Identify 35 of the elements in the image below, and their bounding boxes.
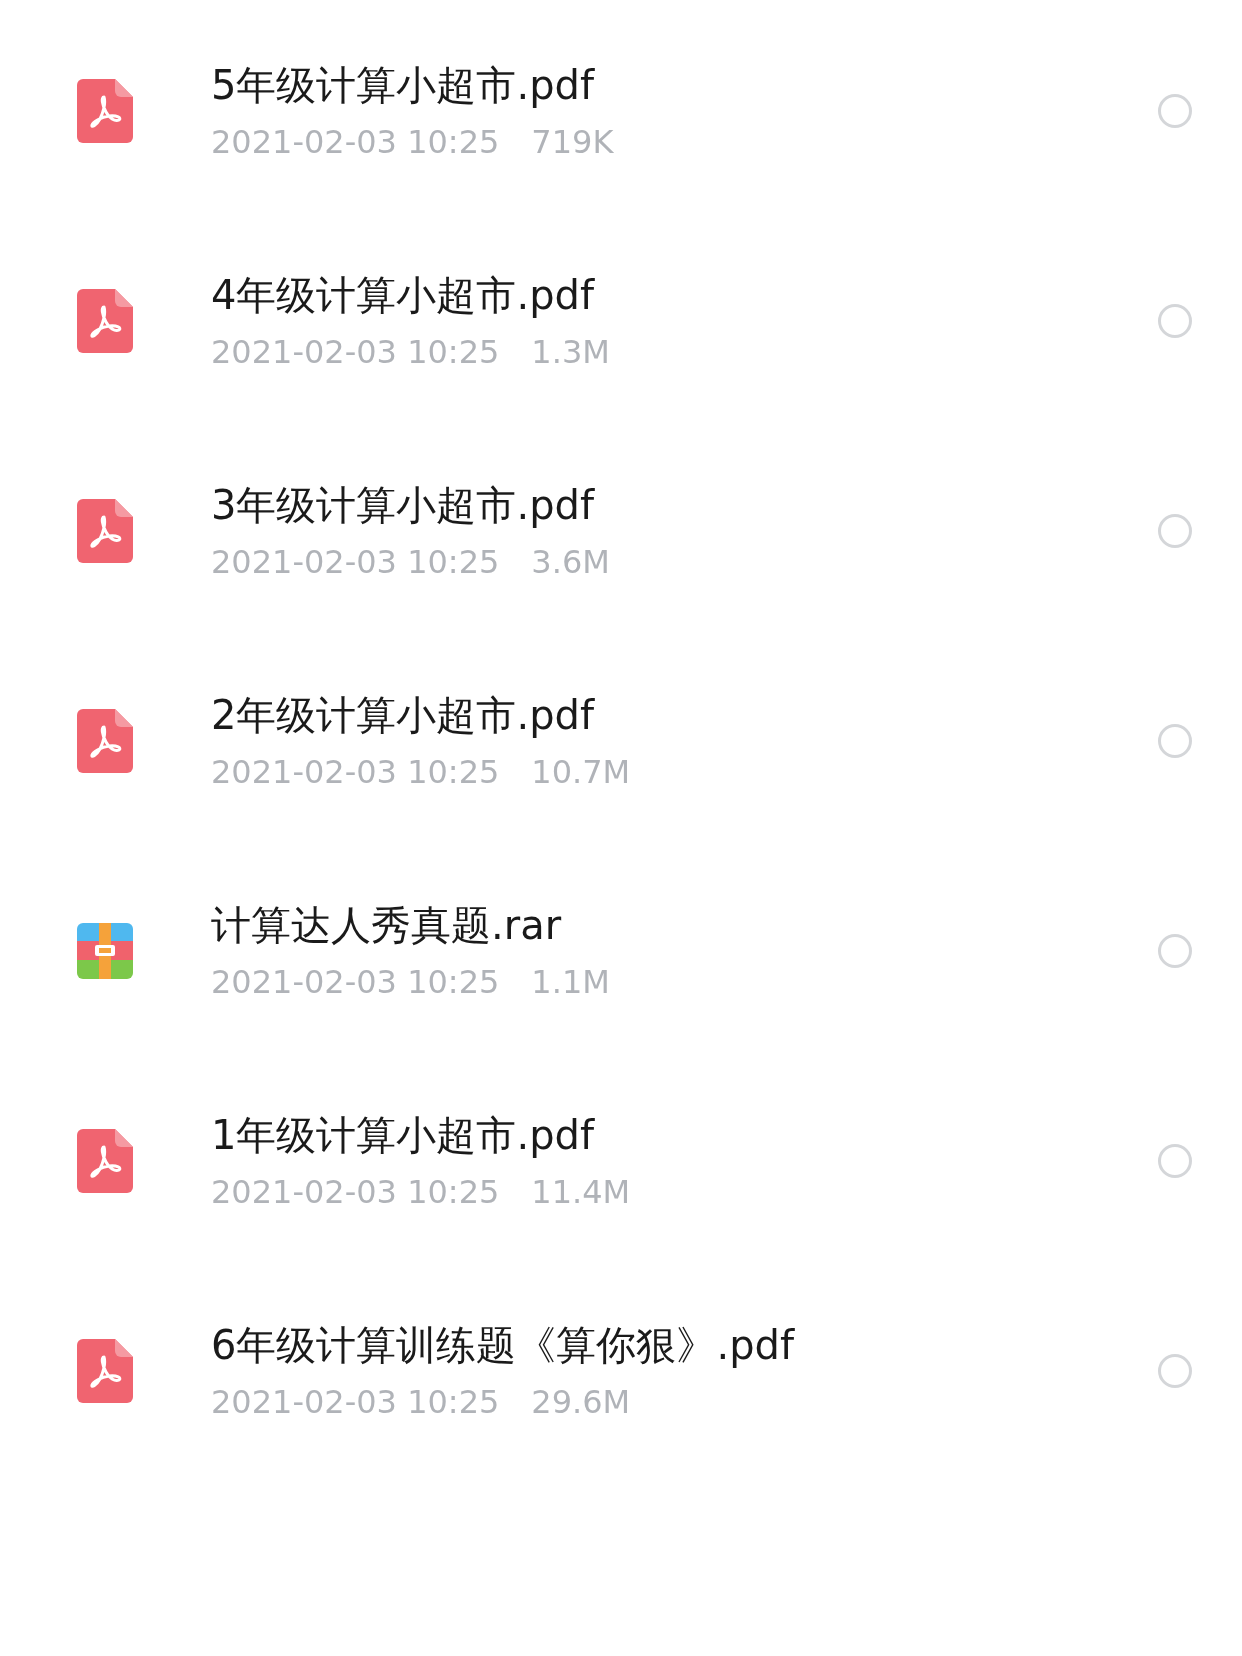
file-size: 11.4M xyxy=(531,1173,631,1211)
pdf-file-icon xyxy=(77,499,133,563)
file-date: 2021-02-03 10:25 xyxy=(211,1383,500,1421)
file-name: 2年级计算小超市.pdf xyxy=(211,691,596,739)
pdf-file-icon xyxy=(77,79,133,143)
select-radio[interactable] xyxy=(1158,934,1192,968)
select-radio[interactable] xyxy=(1158,304,1192,338)
file-size: 3.6M xyxy=(531,543,610,581)
archive-file-icon xyxy=(77,923,133,979)
select-radio[interactable] xyxy=(1158,514,1192,548)
file-size: 719K xyxy=(531,123,614,161)
pdf-file-icon xyxy=(77,1129,133,1193)
file-name: 1年级计算小超市.pdf xyxy=(211,1111,596,1159)
pdf-file-icon xyxy=(77,289,133,353)
file-size: 10.7M xyxy=(531,753,631,791)
select-radio[interactable] xyxy=(1158,94,1192,128)
file-name: 计算达人秀真题.rar xyxy=(211,901,563,949)
file-name: 3年级计算小超市.pdf xyxy=(211,481,596,529)
select-radio[interactable] xyxy=(1158,724,1192,758)
file-date: 2021-02-03 10:25 xyxy=(211,543,500,581)
file-date: 2021-02-03 10:25 xyxy=(211,1173,500,1211)
file-name: 6年级计算训练题《算你狠》.pdf xyxy=(211,1321,796,1369)
select-radio[interactable] xyxy=(1158,1144,1192,1178)
file-date: 2021-02-03 10:25 xyxy=(211,123,500,161)
file-date: 2021-02-03 10:25 xyxy=(211,333,500,371)
file-name: 5年级计算小超市.pdf xyxy=(211,61,596,109)
file-size: 29.6M xyxy=(531,1383,631,1421)
pdf-file-icon xyxy=(77,709,133,773)
file-name: 4年级计算小超市.pdf xyxy=(211,271,596,319)
file-date: 2021-02-03 10:25 xyxy=(211,753,500,791)
file-size: 1.1M xyxy=(531,963,610,1001)
file-size: 1.3M xyxy=(531,333,610,371)
pdf-file-icon xyxy=(77,1339,133,1403)
select-radio[interactable] xyxy=(1158,1354,1192,1388)
file-date: 2021-02-03 10:25 xyxy=(211,963,500,1001)
